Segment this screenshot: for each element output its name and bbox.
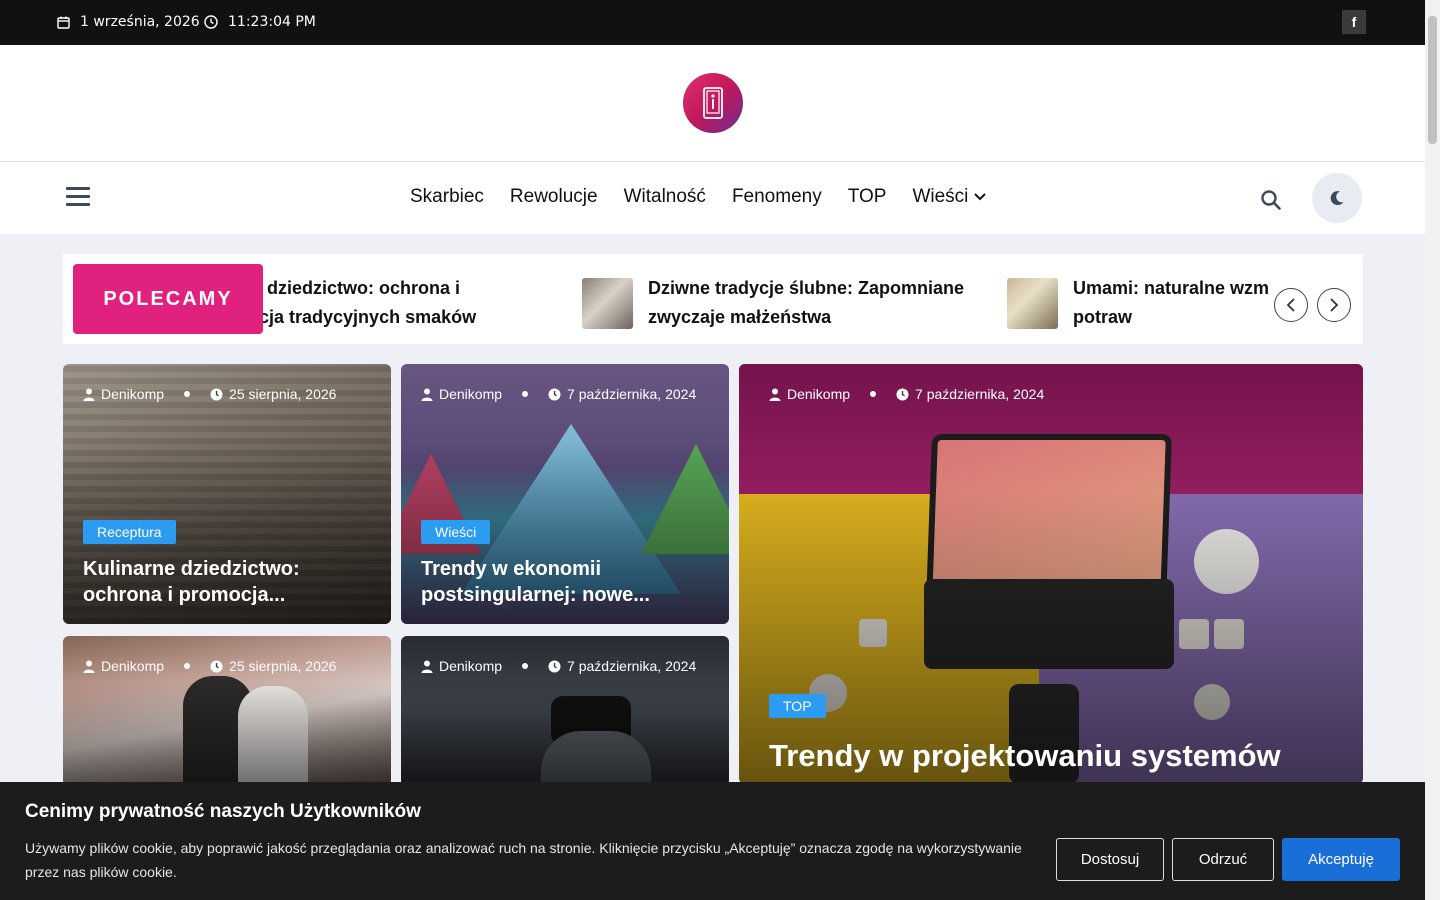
dark-mode-toggle[interactable] bbox=[1312, 173, 1362, 223]
post-title[interactable]: Trendy w ekonomii postsingularnej: nowe.… bbox=[421, 556, 709, 608]
ticker-item[interactable]: Umami: naturalne wzmacniacze smaku potra… bbox=[1007, 274, 1268, 332]
ticker-thumbnail bbox=[582, 277, 633, 329]
post-author[interactable]: Denikomp bbox=[439, 658, 502, 674]
scrollbar-thumb[interactable] bbox=[1428, 16, 1437, 144]
cookie-customize-button[interactable]: Dostosuj bbox=[1056, 838, 1164, 881]
post-author[interactable]: Denikomp bbox=[787, 386, 850, 402]
nav-item-top[interactable]: TOP bbox=[848, 186, 887, 208]
featured-ticker: linarne dziedzictwo: ochrona i promocja … bbox=[63, 254, 1363, 344]
ticker-item-title-line1: Umami: naturalne wzmacniacze smaku bbox=[1073, 278, 1268, 298]
clock-icon bbox=[210, 388, 223, 400]
post-card-featured[interactable]: Denikomp 7 października, 2024 TOP Trendy… bbox=[739, 364, 1363, 784]
ticker-item[interactable]: linarne dziedzictwo: ochrona i promocja … bbox=[263, 274, 476, 332]
facebook-icon[interactable]: f bbox=[1342, 10, 1366, 34]
post-meta: Denikomp 7 października, 2024 bbox=[769, 386, 1044, 402]
nav-item-wiesci[interactable]: Wieści bbox=[912, 186, 987, 208]
post-title-line1: Trendy w ekonomii bbox=[421, 558, 602, 580]
page-scrollbar[interactable] bbox=[1425, 0, 1440, 900]
cookie-reject-button[interactable]: Odrzuć bbox=[1172, 838, 1274, 881]
cookie-accept-button[interactable]: Akceptuję bbox=[1282, 838, 1400, 881]
nav-item-wiesci-label: Wieści bbox=[912, 186, 969, 207]
cookie-text: Używamy plików cookie, aby poprawić jako… bbox=[25, 840, 1022, 880]
logo-mark-icon bbox=[703, 87, 723, 119]
post-author[interactable]: Denikomp bbox=[101, 658, 164, 674]
date-text: 1 września, 2026 bbox=[80, 14, 200, 30]
ticker-item-title-line2: zwyczaje małżeństwa bbox=[648, 307, 832, 327]
post-card[interactable]: Denikomp 25 sierpnia, 2026 bbox=[63, 636, 391, 786]
ticker-thumbnail bbox=[1007, 277, 1058, 329]
chevron-down-icon bbox=[974, 193, 987, 201]
top-bar: 1 września, 2026 11:23:04 PM f bbox=[0, 0, 1425, 45]
post-meta: Denikomp 25 sierpnia, 2026 bbox=[83, 658, 336, 674]
post-author[interactable]: Denikomp bbox=[439, 386, 502, 402]
user-icon bbox=[83, 388, 95, 401]
post-date[interactable]: 7 października, 2024 bbox=[567, 658, 696, 674]
ticker-next-button[interactable] bbox=[1317, 288, 1351, 322]
main-nav: Skarbiec Rewolucje Witalność Fenomeny TO… bbox=[0, 162, 1425, 234]
ticker-item-title-line2: promocja tradycyjnych smaków bbox=[263, 307, 477, 327]
user-icon bbox=[769, 388, 781, 401]
user-icon bbox=[421, 660, 433, 673]
post-date[interactable]: 25 sierpnia, 2026 bbox=[229, 386, 336, 402]
clock-icon bbox=[204, 15, 218, 29]
user-icon bbox=[421, 388, 433, 401]
current-time: 11:23:04 PM bbox=[204, 14, 316, 30]
time-text: 11:23:04 PM bbox=[228, 14, 316, 30]
post-title-line2: postsingularnej: nowe... bbox=[421, 584, 650, 606]
nav-item-witalnosc[interactable]: Witalność bbox=[624, 186, 706, 208]
post-meta: Denikomp 7 października, 2024 bbox=[421, 658, 696, 674]
post-author[interactable]: Denikomp bbox=[101, 386, 164, 402]
post-title[interactable]: Trendy w projektowaniu systemów bbox=[769, 736, 1343, 776]
user-icon bbox=[83, 660, 95, 673]
site-header bbox=[0, 45, 1425, 162]
ticker-item[interactable]: Dziwne tradycje ślubne: Zapomniane zwycz… bbox=[582, 274, 964, 332]
moon-icon bbox=[1330, 191, 1344, 206]
clock-icon bbox=[548, 660, 561, 672]
post-meta: Denikomp 25 sierpnia, 2026 bbox=[83, 386, 336, 402]
ticker-item-title-line1: linarne dziedzictwo: ochrona i bbox=[263, 278, 461, 298]
polecamy-badge: POLECAMY bbox=[73, 264, 263, 334]
post-card[interactable]: Denikomp 7 października, 2024 bbox=[401, 636, 729, 786]
chevron-left-icon bbox=[1286, 298, 1295, 312]
post-card[interactable]: Denikomp 7 października, 2024 Wieści Tre… bbox=[401, 364, 729, 624]
chevron-right-icon bbox=[1330, 298, 1339, 312]
ticker-prev-button[interactable] bbox=[1274, 288, 1308, 322]
post-date[interactable]: 7 października, 2024 bbox=[915, 386, 1044, 402]
nav-item-skarbiec[interactable]: Skarbiec bbox=[410, 186, 484, 208]
ticker-track: linarne dziedzictwo: ochrona i promocja … bbox=[263, 254, 1268, 344]
post-category-badge[interactable]: Receptura bbox=[83, 520, 176, 544]
clock-icon bbox=[210, 660, 223, 672]
cookie-title: Cenimy prywatność naszych Użytkowników bbox=[25, 801, 421, 822]
ticker-item-title-line2: potraw bbox=[1073, 307, 1133, 327]
post-title[interactable]: Kulinarne dziedzictwo: ochrona i promocj… bbox=[83, 556, 371, 608]
post-title-line1: Kulinarne dziedzictwo: bbox=[83, 558, 300, 580]
post-title-line1: Trendy w projektowaniu systemów bbox=[769, 738, 1281, 773]
current-date: 1 września, 2026 bbox=[57, 14, 200, 30]
post-category-badge[interactable]: TOP bbox=[769, 694, 826, 718]
site-logo[interactable] bbox=[683, 73, 743, 133]
post-date[interactable]: 7 października, 2024 bbox=[567, 386, 696, 402]
main-menu: Skarbiec Rewolucje Witalność Fenomeny TO… bbox=[410, 186, 987, 208]
ticker-item-title-line1: Dziwne tradycje ślubne: Zapomniane bbox=[648, 278, 965, 298]
clock-icon bbox=[548, 388, 561, 400]
nav-item-rewolucje[interactable]: Rewolucje bbox=[510, 186, 598, 208]
post-category-badge[interactable]: Wieści bbox=[421, 520, 491, 544]
nav-item-fenomeny[interactable]: Fenomeny bbox=[732, 186, 822, 208]
calendar-icon bbox=[57, 16, 70, 29]
post-meta: Denikomp 7 października, 2024 bbox=[421, 386, 696, 402]
search-icon[interactable] bbox=[1261, 190, 1281, 214]
cookie-banner: Cenimy prywatność naszych Użytkowników U… bbox=[0, 782, 1425, 900]
post-card[interactable]: Denikomp 25 sierpnia, 2026 Receptura Kul… bbox=[63, 364, 391, 624]
post-title-line2: ochrona i promocja... bbox=[83, 584, 286, 606]
clock-icon bbox=[896, 388, 909, 400]
hamburger-menu-icon[interactable] bbox=[66, 187, 90, 207]
post-date[interactable]: 25 sierpnia, 2026 bbox=[229, 658, 336, 674]
